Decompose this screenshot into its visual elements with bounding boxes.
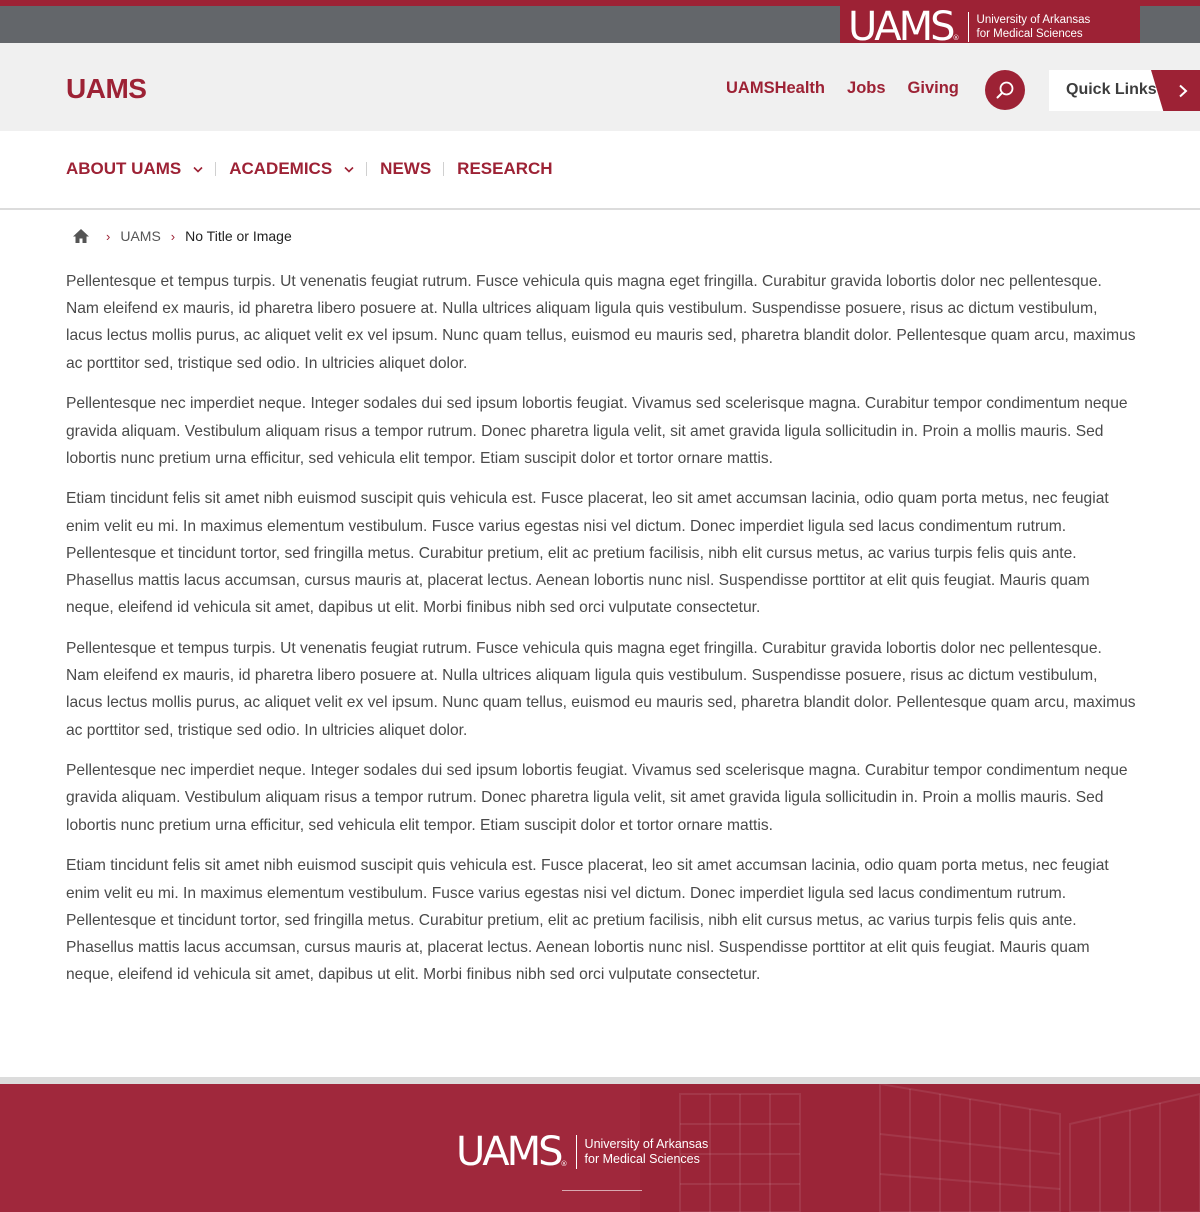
main-content: Pellentesque et tempus turpis. Ut venena… <box>66 268 1138 1002</box>
nav-label-research: RESEARCH <box>457 159 553 178</box>
search-icon <box>996 81 1014 99</box>
content-paragraph: Pellentesque nec imperdiet neque. Intege… <box>66 762 1128 834</box>
quick-links-button[interactable]: Quick Links <box>1049 70 1200 111</box>
breadcrumb: › UAMS › No Title or Image <box>72 228 292 244</box>
logo-registered: ® <box>952 34 960 42</box>
search-button[interactable] <box>985 70 1025 110</box>
site-name-link[interactable]: UAMS <box>66 73 147 105</box>
logo-subtitle: University of Arkansas for Medical Scien… <box>977 13 1091 41</box>
main-navigation: ABOUT UAMS ACADEMICS NEWS RESEARCH <box>0 131 1200 210</box>
uams-top-logo[interactable]: UAMS ® University of Arkansas for Medica… <box>840 6 1140 48</box>
breadcrumb-home[interactable] <box>72 228 90 244</box>
content-paragraph: Pellentesque et tempus turpis. Ut venena… <box>66 273 1136 372</box>
footer-logo-mark: UAMS <box>456 1129 564 1175</box>
breadcrumb-separator: › <box>170 228 176 244</box>
nav-item-academics[interactable]: ACADEMICS <box>229 159 354 179</box>
home-icon <box>73 229 89 243</box>
breadcrumb-link-uams[interactable]: UAMS <box>120 228 160 244</box>
nav-item-news[interactable]: NEWS <box>380 159 431 179</box>
nav-separator <box>443 162 445 176</box>
quick-links-label: Quick Links <box>1066 81 1157 98</box>
footer-logo-divider <box>575 1135 577 1169</box>
nav-label-academics: ACADEMICS <box>229 159 333 178</box>
utility-link-giving[interactable]: Giving <box>908 79 959 98</box>
site-footer: UAMS ® University of Arkansas for Medica… <box>0 1084 1200 1212</box>
nav-separator <box>366 162 368 176</box>
nav-label-news: NEWS <box>380 159 432 178</box>
chevron-down-icon[interactable] <box>344 166 354 173</box>
nav-label-about-uams: ABOUT UAMS <box>66 159 182 178</box>
logo-divider <box>967 12 969 42</box>
content-paragraph: Pellentesque et tempus turpis. Ut venena… <box>66 639 1136 739</box>
logo-line-2: for Medical Sciences <box>976 28 1083 40</box>
logo-mark: UAMS <box>848 4 956 50</box>
breadcrumb-current: No Title or Image <box>185 228 292 244</box>
utility-link-uamshealth[interactable]: UAMSHealth <box>726 79 825 98</box>
footer-logo-line-2: for Medical Sciences <box>584 1152 700 1166</box>
footer-divider <box>0 1077 1200 1084</box>
nav-item-about-uams[interactable]: ABOUT UAMS <box>66 159 203 179</box>
nav-item-research[interactable]: RESEARCH <box>457 159 552 179</box>
footer-building-image <box>640 1084 1200 1212</box>
nav-separator <box>215 162 217 176</box>
footer-logo[interactable]: UAMS ® University of Arkansas for Medica… <box>456 1132 708 1172</box>
content-paragraph: Etiam tincidunt felis sit amet nibh euis… <box>66 490 1109 617</box>
footer-rule <box>562 1190 642 1191</box>
footer-logo-registered: ® <box>560 1160 568 1168</box>
quick-links-arrow <box>1151 70 1200 111</box>
breadcrumb-separator: › <box>106 228 111 244</box>
chevron-down-icon[interactable] <box>193 166 203 173</box>
logo-line-1: University of Arkansas <box>976 14 1091 26</box>
site-header: UAMS UAMSHealth Jobs Giving Quick Links <box>0 43 1200 131</box>
utility-links: UAMSHealth Jobs Giving <box>726 79 959 98</box>
utility-link-jobs[interactable]: Jobs <box>847 79 886 98</box>
content-paragraph: Pellentesque nec imperdiet neque. Intege… <box>66 395 1128 467</box>
chevron-right-icon <box>1179 84 1188 97</box>
content-paragraph: Etiam tincidunt felis sit amet nibh euis… <box>66 857 1109 984</box>
footer-logo-subtitle: University of Arkansas for Medical Scien… <box>585 1137 709 1167</box>
footer-logo-line-1: University of Arkansas <box>584 1137 709 1151</box>
